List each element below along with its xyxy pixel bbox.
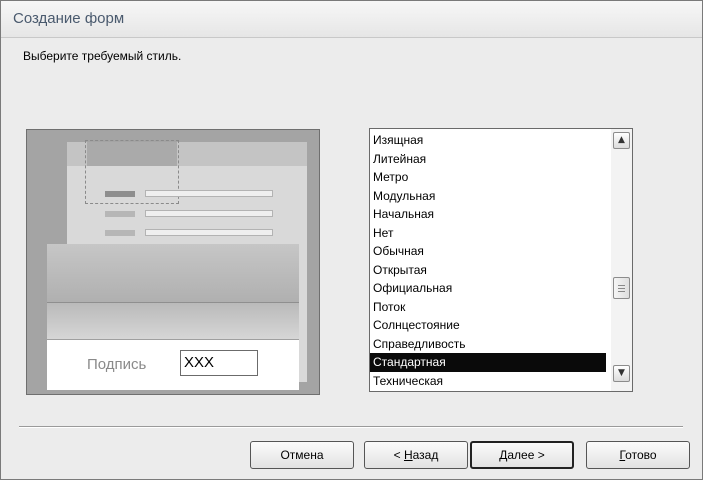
arrow-down-icon[interactable]: ▼ xyxy=(613,365,630,382)
style-list-item[interactable]: Начальная xyxy=(370,205,606,224)
preview-field xyxy=(145,229,273,236)
preview-form: Подпись XXX xyxy=(47,244,299,390)
back-accelerator: Н xyxy=(403,448,413,462)
preview-label xyxy=(105,211,135,217)
grip-line xyxy=(618,291,625,292)
preview-field xyxy=(145,190,273,197)
back-label: азад xyxy=(412,448,439,462)
instruction-text: Выберите требуемый стиль. xyxy=(23,49,182,63)
scrollbar-thumb[interactable] xyxy=(613,277,630,299)
finish-button[interactable]: Готово xyxy=(586,441,690,469)
preview-field xyxy=(145,210,273,217)
cancel-label: Отмена xyxy=(280,448,324,462)
style-list: Изящная Литейная Метро Модульная Начальная Не… xyxy=(370,131,606,389)
style-list-item[interactable]: Солнцестояние xyxy=(370,316,606,335)
grip-line xyxy=(618,288,625,289)
window-title: Создание форм xyxy=(13,10,125,27)
style-list-item[interactable]: Нет xyxy=(370,224,606,243)
separator xyxy=(19,426,683,428)
style-list-item[interactable]: Модульная xyxy=(370,187,606,206)
next-label: алее > xyxy=(507,448,545,462)
wizard-window: Создание форм Выберите требуемый стиль. … xyxy=(0,0,703,480)
style-list-item[interactable]: Официальная xyxy=(370,279,606,298)
style-listbox[interactable]: Изящная Литейная Метро Модульная Начальная Не… xyxy=(369,128,633,392)
style-list-item[interactable]: Поток xyxy=(370,298,606,317)
style-list-item[interactable]: Литейная xyxy=(370,150,606,169)
back-button[interactable]: < Назад xyxy=(364,441,468,469)
grip-line xyxy=(618,285,625,286)
style-list-item[interactable]: Техническая xyxy=(370,372,606,390)
style-list-item[interactable]: Изящная xyxy=(370,131,606,150)
next-button[interactable]: Далее > xyxy=(470,441,574,469)
preview-label xyxy=(105,191,135,197)
arrow-up-icon[interactable]: ▲ xyxy=(613,132,630,149)
title-bar[interactable]: Создание форм xyxy=(1,1,702,38)
style-list-item[interactable]: Метро xyxy=(370,168,606,187)
style-list-item[interactable]: Открытая xyxy=(370,261,606,280)
preview-form-band xyxy=(47,303,299,340)
style-list-item[interactable]: Обычная xyxy=(370,242,606,261)
style-list-item[interactable]: Стандартная xyxy=(370,353,606,372)
list-scrollbar[interactable]: ▲ ▼ xyxy=(611,129,632,391)
finish-label: отово xyxy=(625,448,657,462)
preview-label xyxy=(105,230,135,236)
cancel-button[interactable]: Отмена xyxy=(250,441,354,469)
style-list-item[interactable]: Справедливость xyxy=(370,335,606,354)
back-prefix: < xyxy=(393,448,404,462)
preview-form-header xyxy=(47,244,299,303)
style-preview: Подпись XXX xyxy=(26,129,320,395)
preview-value-field: XXX xyxy=(180,350,258,376)
preview-caption: Подпись xyxy=(87,356,147,373)
